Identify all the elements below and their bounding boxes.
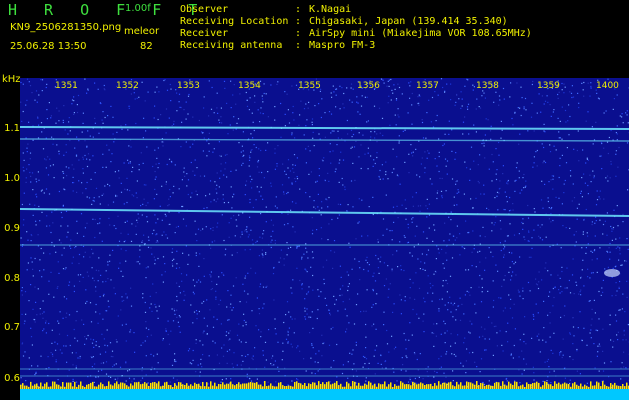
info-row-antenna: Receiving antenna: Maspro FM-3: [180, 40, 376, 51]
x-tick-label: 1354: [238, 81, 261, 91]
y-tick-label: 0.6: [4, 373, 20, 384]
spectrogram-plot: [20, 78, 629, 400]
noise-floor: [20, 389, 629, 400]
datetime-label: 25.06.28 13:50: [10, 41, 87, 52]
x-tick-label: 1357: [416, 81, 439, 91]
y-axis-unit: kHz: [2, 74, 21, 85]
x-tick-label: 1356: [357, 81, 380, 91]
info-row-location: Receiving Location: Chigasaki, Japan (139…: [180, 16, 508, 27]
y-tick-label: 0.9: [4, 223, 20, 234]
info-row-observer: Observer: K.Nagai: [180, 4, 352, 15]
x-tick-label: 1355: [298, 81, 321, 91]
x-tick-label: 1351: [55, 81, 78, 91]
y-tick-label: 0.7: [4, 322, 20, 333]
filename-label: KN9_2506281350.png: [10, 22, 122, 33]
y-tick-label: 0.8: [4, 273, 20, 284]
app-title: H R O F F T: [8, 1, 207, 19]
meteor-echo: [604, 269, 620, 277]
x-tick-label: 1359: [537, 81, 560, 91]
meteor-count: 82: [140, 41, 153, 52]
x-tick-label: 1358: [476, 81, 499, 91]
version-label: 1.00f: [125, 3, 151, 14]
spectrogram-svg: [20, 78, 629, 400]
station-info: Observer: K.Nagai Receiving Location: Chig…: [180, 4, 532, 52]
meleor-label: meleor: [124, 26, 160, 37]
x-tick-label: 1352: [116, 81, 139, 91]
y-tick-label: 1.1: [4, 123, 20, 134]
x-tick-label: 1353: [177, 81, 200, 91]
header-panel: H R O F F T 1.00f KN9_2506281350.png mel…: [0, 0, 629, 73]
x-tick-label: 1400: [596, 81, 619, 91]
info-row-receiver: Receiver: AirSpy mini (Miakejima VOR 108.…: [180, 28, 532, 39]
y-tick-label: 1.0: [4, 173, 20, 184]
